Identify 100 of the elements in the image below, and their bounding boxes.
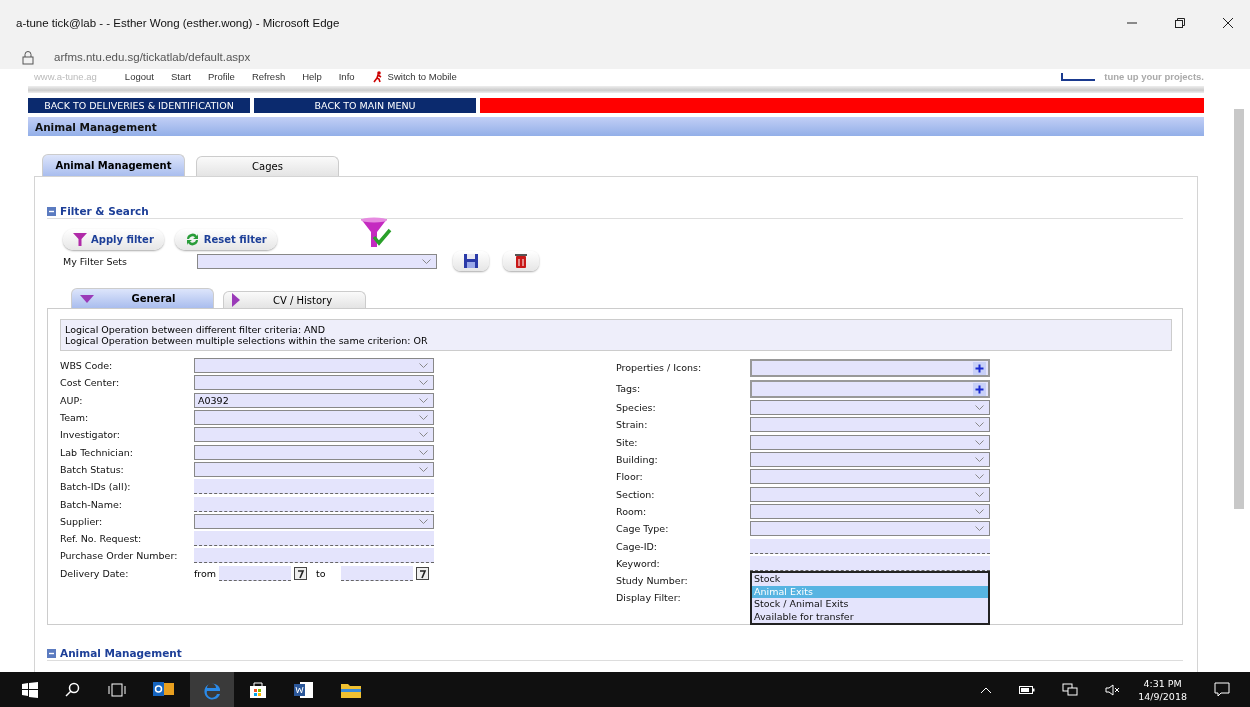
collapse-icon[interactable] [47, 206, 56, 216]
select-field[interactable] [194, 358, 434, 374]
input-field[interactable] [194, 548, 434, 564]
select-field[interactable]: A0392 [194, 392, 434, 408]
section-heading: Filter & Search [60, 205, 149, 217]
select-field[interactable] [750, 503, 990, 519]
field-label: Cage Type: [616, 523, 670, 535]
tab[interactable]: Animal Management [42, 154, 185, 176]
field-label: Building: [616, 454, 659, 466]
nav-link[interactable]: Help [302, 71, 322, 82]
select-field[interactable] [194, 513, 434, 529]
add-icon[interactable] [973, 382, 986, 396]
field-label: Batch-Name: [60, 498, 123, 510]
field-label: Strain: [616, 419, 649, 431]
select-field[interactable] [194, 375, 434, 391]
nav-link[interactable]: Refresh [251, 71, 286, 82]
filter-button[interactable]: Apply filter [63, 228, 164, 250]
clock-time: 4:31 PM [1143, 676, 1182, 690]
battery-icon[interactable] [1019, 684, 1036, 695]
field-label: Batch-IDs (all): [60, 481, 132, 493]
date-field[interactable] [219, 565, 292, 581]
lock-icon [22, 49, 34, 65]
input-field[interactable] [194, 496, 434, 512]
folder-icon[interactable] [341, 681, 361, 698]
dropdown-list[interactable]: Stock Animal Exits Stock / Animal Exits Available for transfer [750, 571, 990, 626]
nav-link[interactable]: Start [170, 71, 191, 82]
chevron-icon [419, 363, 428, 370]
nav-button[interactable]: BACK TO MAIN MENU [254, 98, 476, 113]
save-button[interactable] [453, 251, 489, 271]
speaker-muted-icon[interactable] [1105, 683, 1122, 696]
picker-field[interactable] [750, 358, 990, 377]
mobile-link[interactable]: Switch to Mobile [387, 71, 457, 82]
chevron-icon [422, 258, 431, 265]
select-field[interactable] [194, 410, 434, 426]
field-label: Room: [616, 505, 648, 517]
field-label: Investigator: [60, 429, 121, 441]
browser-taskbar-item[interactable] [190, 672, 234, 707]
scrollbar[interactable] [1234, 109, 1244, 509]
input-field[interactable] [194, 479, 434, 495]
dropdown-option[interactable]: Available for transfer [752, 610, 988, 624]
nav-link[interactable]: Profile [207, 71, 235, 82]
chevron-icon [975, 439, 984, 446]
tab[interactable]: CV / History [223, 291, 366, 308]
select-field[interactable] [194, 427, 434, 443]
info-text: Logical Operation between different filter criteria: AND [65, 324, 327, 335]
select-field[interactable] [750, 400, 990, 416]
field-label: Purchase Order Number: [60, 550, 179, 562]
runner-icon [371, 70, 383, 83]
network-icon[interactable] [1062, 682, 1079, 697]
select-field[interactable] [750, 521, 990, 537]
calendar-icon[interactable] [294, 566, 308, 580]
select-field[interactable] [750, 434, 990, 450]
task-view-icon[interactable] [108, 682, 126, 697]
search-icon[interactable] [65, 681, 81, 698]
select-field[interactable] [750, 452, 990, 468]
dropdown-option[interactable]: Stock / Animal Exits [752, 598, 988, 611]
field-label: Tags: [616, 383, 642, 394]
chevron-up-icon[interactable] [980, 685, 993, 694]
picker-field[interactable] [750, 379, 990, 398]
field-label: Section: [616, 488, 656, 500]
calendar-icon[interactable] [415, 566, 429, 580]
close-icon[interactable] [1222, 16, 1234, 29]
field-label: Site: [616, 436, 639, 448]
select-field[interactable] [750, 417, 990, 433]
dropdown-option[interactable]: Stock [752, 573, 988, 586]
url-text[interactable]: arfms.ntu.edu.sg/tickatlab/default.aspx [54, 51, 251, 63]
window-title: a-tune tick@lab - - Esther Wong (esther.wong) - Microsoft Edge [16, 16, 340, 29]
chevron-icon [975, 405, 984, 412]
input-field[interactable] [750, 538, 990, 554]
notification-icon[interactable] [1214, 682, 1230, 697]
nav-button[interactable]: BACK TO DELIVERIES & IDENTIFICATION [28, 98, 250, 113]
filter-set-select[interactable] [197, 253, 437, 269]
tab[interactable]: Cages [196, 156, 339, 176]
input-field[interactable] [750, 555, 990, 571]
collapsed-triangle-icon [232, 293, 240, 307]
chevron-icon [419, 432, 428, 439]
tab[interactable]: General [71, 288, 214, 308]
chevron-icon [419, 449, 428, 456]
field-label: AUP: [60, 394, 84, 406]
document-app-icon[interactable] [294, 680, 314, 699]
select-field[interactable] [750, 469, 990, 485]
select-field[interactable] [194, 444, 434, 460]
field-label: Study Number: [616, 575, 689, 587]
nav-link[interactable]: Logout [124, 71, 154, 82]
field-label: Ref. No. Request: [60, 533, 143, 545]
date-field[interactable] [340, 565, 413, 581]
windows-start-icon[interactable] [22, 681, 38, 698]
add-icon[interactable] [973, 361, 986, 375]
collapse-icon[interactable] [47, 648, 56, 658]
shopping-bag-icon[interactable] [249, 680, 267, 699]
delete-button[interactable] [503, 251, 539, 271]
select-field[interactable] [194, 461, 434, 477]
tagline: tune up your projects. [1104, 71, 1204, 82]
chevron-icon [975, 526, 984, 533]
select-field[interactable] [750, 486, 990, 502]
filter-button[interactable]: Reset filter [174, 228, 277, 250]
to-label: to [316, 567, 326, 579]
restore-icon[interactable] [1174, 16, 1186, 29]
nav-link[interactable]: Info [338, 71, 355, 82]
input-field[interactable] [194, 531, 434, 547]
